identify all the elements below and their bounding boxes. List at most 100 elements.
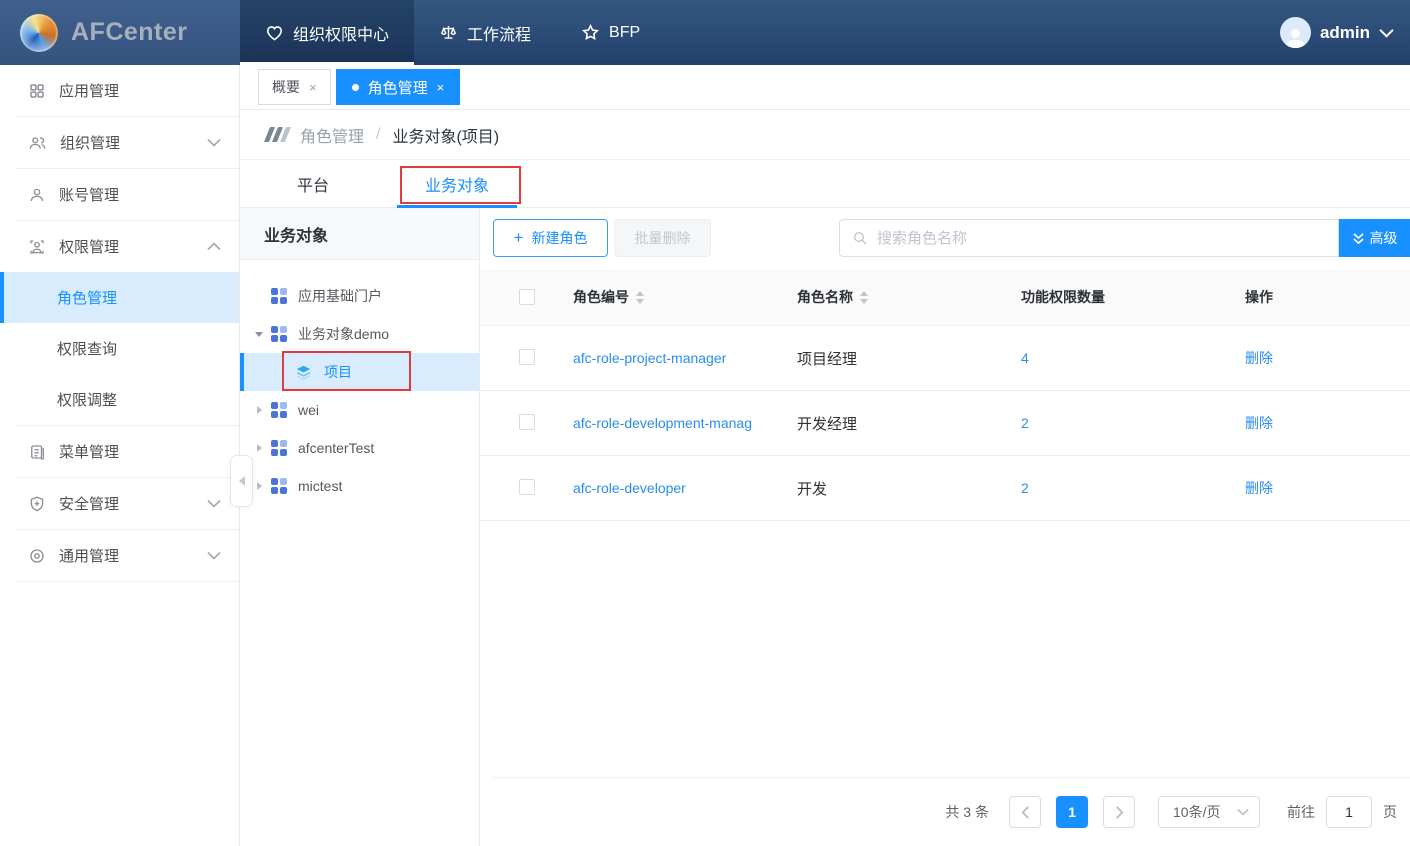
table-header-row: 角色编号 角色名称 功能权限数量 操作 <box>480 269 1410 326</box>
double-chevron-down-icon <box>1352 232 1365 245</box>
role-code-link[interactable]: afc-role-developer <box>553 480 777 496</box>
sidebar-item-general-management[interactable]: 通用管理 <box>0 530 239 581</box>
delete-link[interactable]: 删除 <box>1225 413 1410 433</box>
workspace: 业务对象 应用基础门户 业务对象demo <box>240 208 1410 846</box>
select-all-checkbox[interactable] <box>519 289 535 305</box>
breadcrumb-parent[interactable]: 角色管理 <box>300 123 364 147</box>
sidebar-item-app-management[interactable]: 应用管理 <box>0 65 239 116</box>
user-icon <box>28 186 46 204</box>
button-label: 新建角色 <box>531 228 587 248</box>
button-label: 批量删除 <box>635 228 691 248</box>
scales-icon <box>439 23 458 42</box>
caret-collapsed-icon[interactable] <box>253 444 265 452</box>
user-menu[interactable]: admin <box>1280 0 1410 65</box>
sidebar-item-account-management[interactable]: 账号管理 <box>0 169 239 220</box>
column-header-role-code[interactable]: 角色编号 <box>553 287 777 307</box>
breadcrumb-current: 业务对象(项目) <box>392 123 499 147</box>
role-name: 开发 <box>777 478 1001 499</box>
tab-label: 角色管理 <box>368 77 428 98</box>
caret-expanded-icon[interactable] <box>253 332 265 337</box>
open-tabs-bar: 概要 × 角色管理 × <box>240 65 1410 110</box>
role-code-link[interactable]: afc-role-project-manager <box>553 350 777 366</box>
next-page-button[interactable] <box>1103 796 1135 828</box>
tree-node-project[interactable]: 项目 <box>240 353 479 391</box>
tree-node-label: 业务对象demo <box>298 324 389 344</box>
row-checkbox[interactable] <box>519 479 535 495</box>
tab-role-management[interactable]: 角色管理 × <box>336 69 461 105</box>
search-input[interactable] <box>877 230 1326 247</box>
row-checkbox[interactable] <box>519 349 535 365</box>
tab-business-object[interactable]: 业务对象 <box>397 160 517 207</box>
sort-icon[interactable] <box>860 291 868 304</box>
page-1-button[interactable]: 1 <box>1056 796 1088 828</box>
goto-page-input[interactable] <box>1326 796 1372 828</box>
tab-label: 概要 <box>272 77 300 97</box>
caret-collapsed-icon[interactable] <box>253 406 265 414</box>
tab-label: 业务对象 <box>425 172 489 196</box>
new-role-button[interactable]: + 新建角色 <box>493 219 608 257</box>
role-search-box <box>839 219 1339 257</box>
top-nav: 组织权限中心 工作流程 BFP <box>240 0 665 65</box>
role-name: 开发经理 <box>777 413 1001 434</box>
sidebar-item-label: 安全管理 <box>59 493 119 514</box>
sidebar-item-menu-management[interactable]: 菜单管理 <box>0 426 239 477</box>
brand-name: AFCenter <box>71 18 188 47</box>
tab-overview[interactable]: 概要 × <box>258 69 331 105</box>
sidebar-collapse-handle[interactable] <box>230 455 253 507</box>
sidebar-item-role-management[interactable]: 角色管理 <box>0 272 239 323</box>
role-code-link[interactable]: afc-role-development-manag <box>553 415 777 431</box>
toolbar: + 新建角色 批量删除 高级 <box>493 219 1410 257</box>
permission-count-link[interactable]: 2 <box>1001 480 1225 496</box>
tab-platform[interactable]: 平台 <box>253 160 373 207</box>
sidebar-item-label: 应用管理 <box>59 80 119 101</box>
sidebar-item-label: 通用管理 <box>59 545 119 566</box>
tree-node-afcentertest[interactable]: afcenterTest <box>240 429 479 467</box>
afcenter-logo-icon <box>20 14 58 52</box>
chevron-down-icon <box>1379 28 1394 38</box>
sort-icon[interactable] <box>636 291 644 304</box>
close-icon[interactable]: × <box>437 81 445 94</box>
permission-badge-icon <box>28 238 46 256</box>
advanced-search-button[interactable]: 高级 <box>1339 219 1410 257</box>
total-count: 共 3 条 <box>945 802 989 822</box>
avatar <box>1280 17 1311 48</box>
sidebar-item-label: 权限管理 <box>59 236 119 257</box>
sidebar-item-org-management[interactable]: 组织管理 <box>0 117 239 168</box>
app-blocks-icon <box>271 440 287 456</box>
nav-org-permission-center[interactable]: 组织权限中心 <box>240 0 414 65</box>
permission-count-link[interactable]: 2 <box>1001 415 1225 431</box>
app-grid-icon <box>28 82 46 100</box>
tree-node-label: mictest <box>298 478 342 494</box>
close-icon[interactable]: × <box>309 81 317 94</box>
nav-workflow[interactable]: 工作流程 <box>414 0 556 65</box>
caret-collapsed-icon[interactable] <box>253 482 265 490</box>
delete-link[interactable]: 删除 <box>1225 348 1410 368</box>
row-checkbox[interactable] <box>519 414 535 430</box>
table-row: afc-role-project-manager 项目经理 4 删除 <box>480 326 1410 391</box>
sidebar-item-permission-adjust[interactable]: 权限调整 <box>0 374 239 425</box>
nav-bfp[interactable]: BFP <box>556 0 665 65</box>
prev-page-button[interactable] <box>1009 796 1041 828</box>
sidebar-item-permission-management[interactable]: 权限管理 <box>0 221 239 272</box>
tree-node-wei[interactable]: wei <box>240 391 479 429</box>
sidebar-item-security-management[interactable]: 安全管理 <box>0 478 239 529</box>
tree-node-business-object-demo[interactable]: 业务对象demo <box>240 315 479 353</box>
column-header-permission-count: 功能权限数量 <box>1001 287 1225 307</box>
page-size-value: 10条/页 <box>1173 802 1220 822</box>
delete-link[interactable]: 删除 <box>1225 478 1410 498</box>
tree-node-app-base-portal[interactable]: 应用基础门户 <box>240 277 479 315</box>
sidebar-item-permission-query[interactable]: 权限查询 <box>0 323 239 374</box>
tree-node-label: afcenterTest <box>298 440 374 456</box>
batch-delete-button[interactable]: 批量删除 <box>614 219 711 257</box>
permission-count-link[interactable]: 4 <box>1001 350 1225 366</box>
role-table: 角色编号 角色名称 功能权限数量 操作 a <box>480 269 1410 521</box>
goto-label: 前往 <box>1287 802 1315 822</box>
tree-node-mictest[interactable]: mictest <box>240 467 479 505</box>
tree-panel-title: 业务对象 <box>240 208 479 260</box>
page-size-select[interactable]: 10条/页 <box>1158 796 1260 828</box>
column-header-role-name[interactable]: 角色名称 <box>777 287 1001 307</box>
chevron-down-icon <box>207 138 221 147</box>
sidebar-subitem-label: 权限调整 <box>57 389 117 410</box>
role-name: 项目经理 <box>777 348 1001 369</box>
active-dot-icon <box>352 84 359 91</box>
